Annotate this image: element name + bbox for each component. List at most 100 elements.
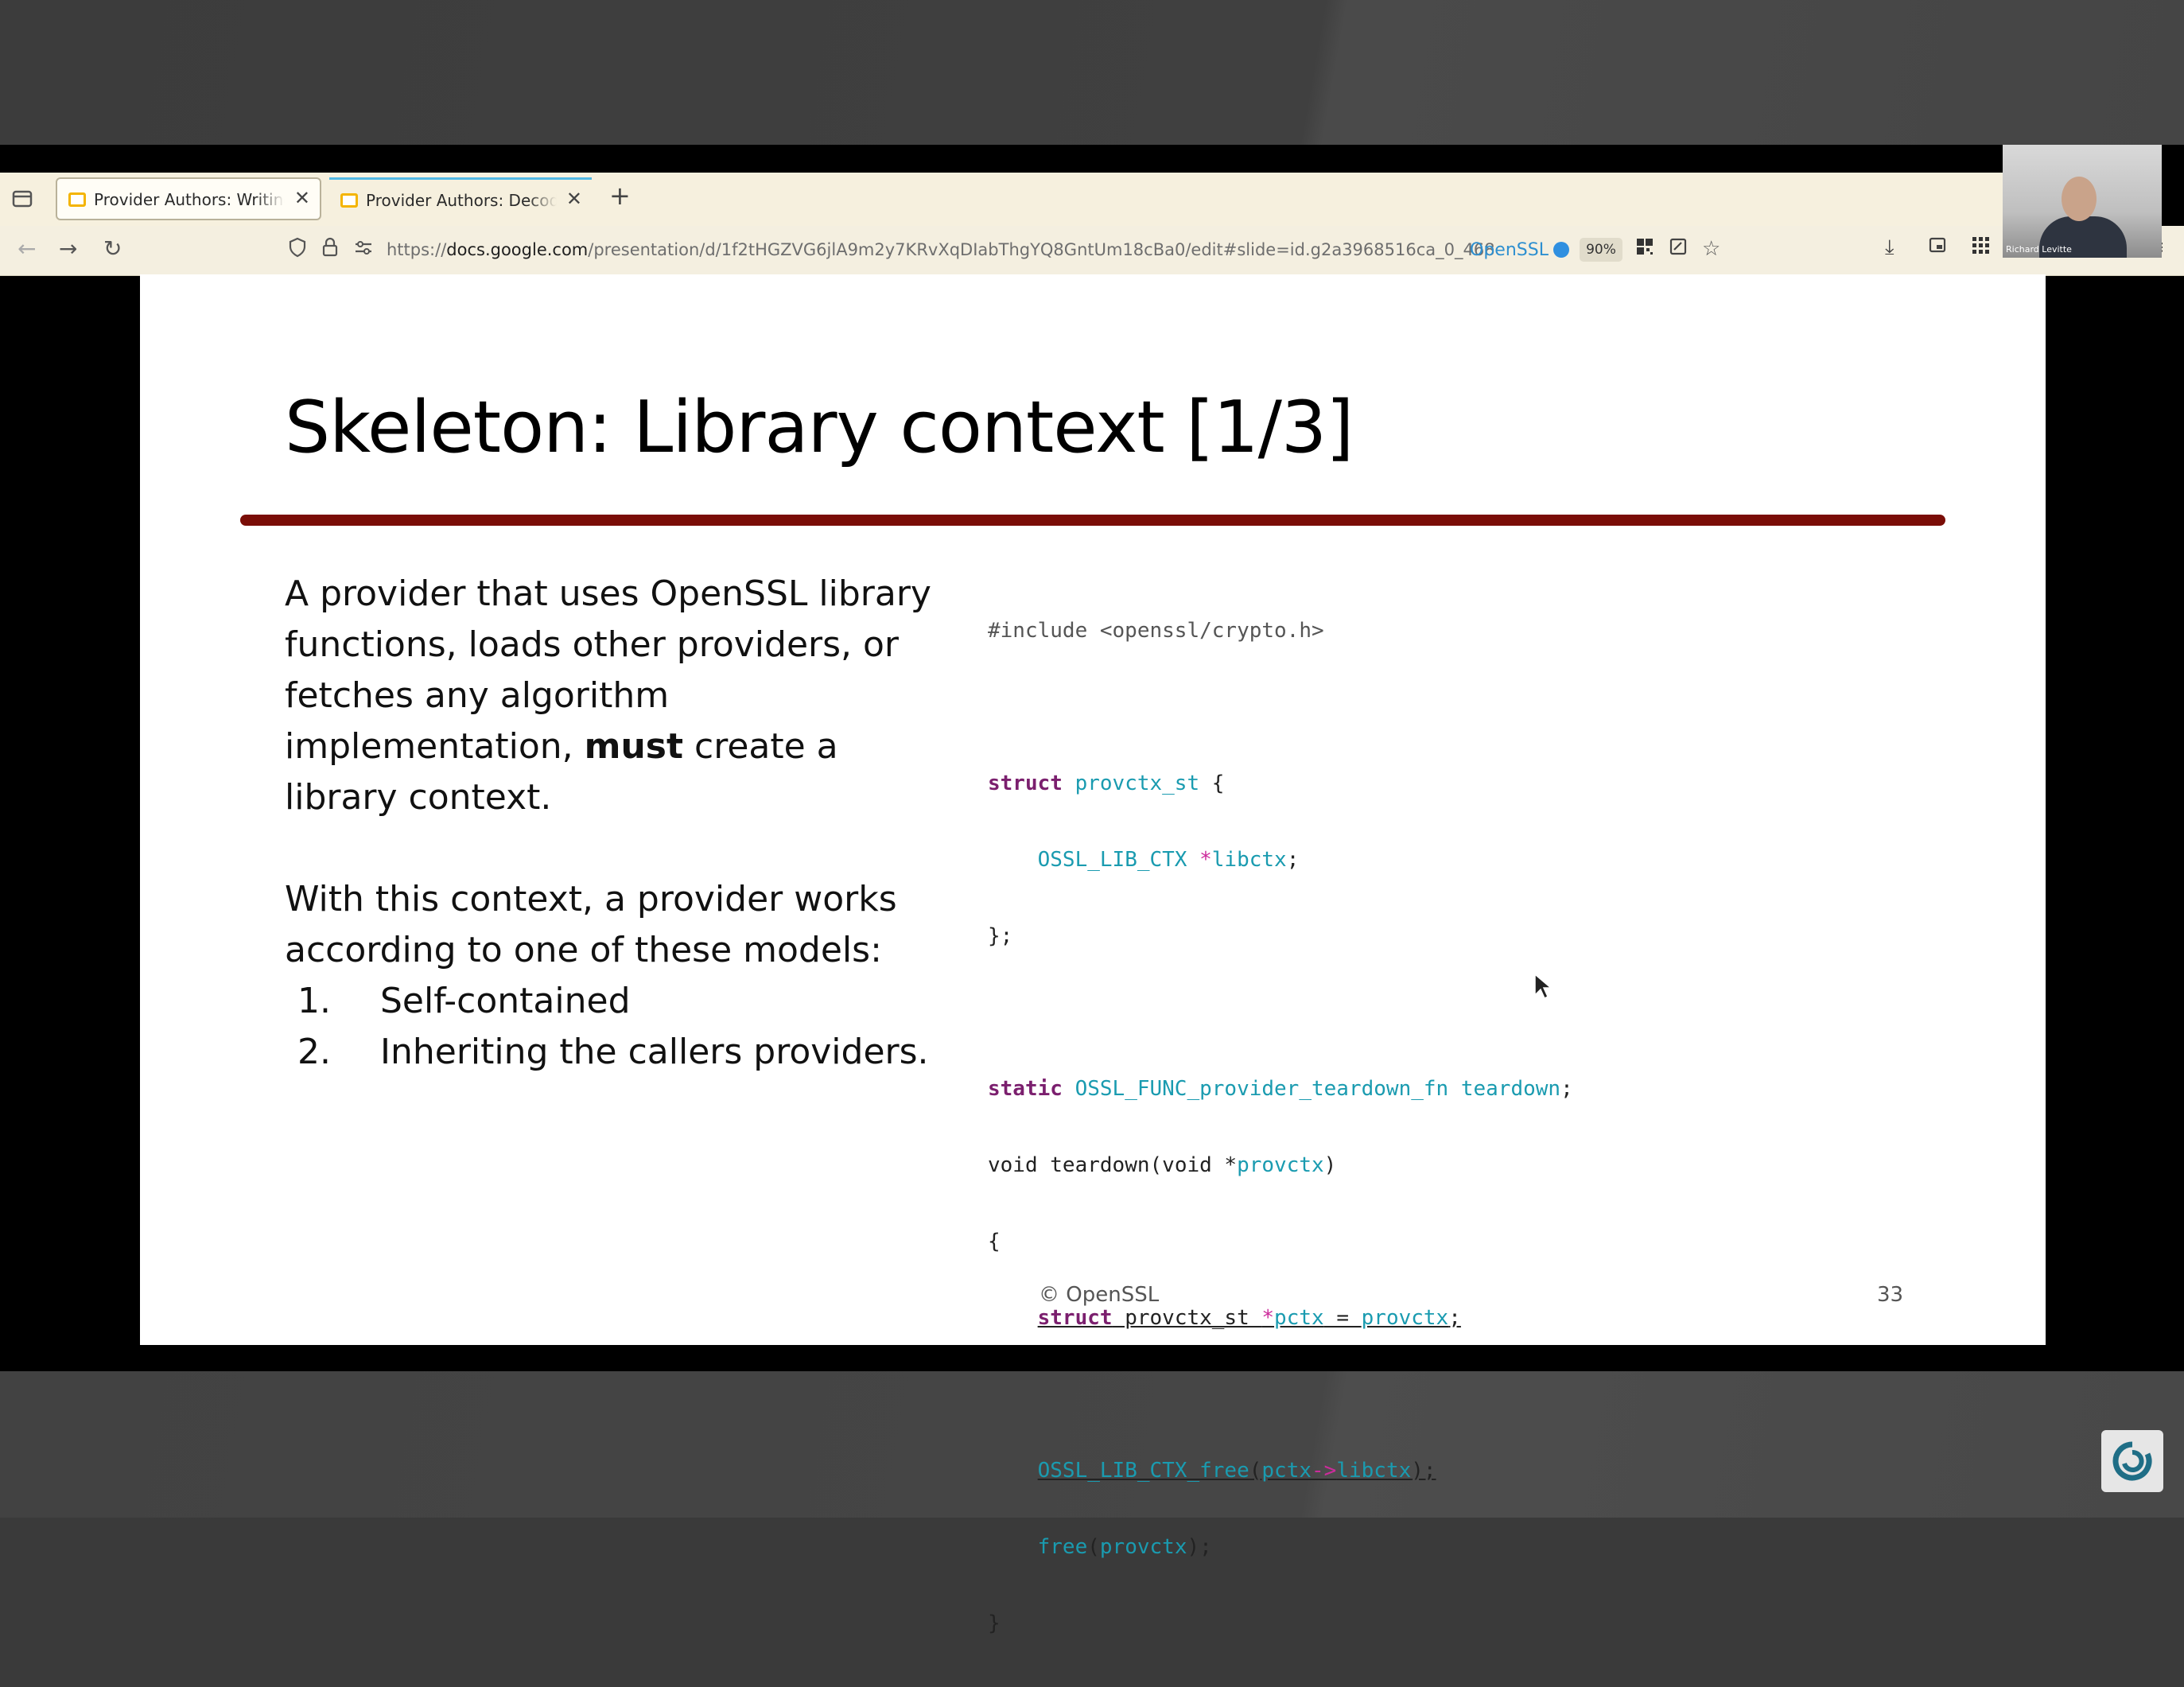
url-scheme: https://: [387, 240, 447, 259]
webcam-thumbnail[interactable]: Richard Levitte: [2003, 145, 2162, 258]
code-identifier: provctx: [1237, 1153, 1324, 1177]
code-line-brace-close: }: [988, 1611, 1001, 1635]
code-line-struct-end: };: [988, 924, 1013, 948]
participant-head: [2062, 177, 2097, 221]
tab-title: Provider Authors: Writing a: [94, 190, 285, 209]
code-punct: );: [1187, 1535, 1212, 1559]
close-tab-icon[interactable]: ✕: [566, 188, 582, 210]
tab-provider-authors-writing[interactable]: Provider Authors: Writing a ✕: [56, 177, 321, 220]
google-slides-icon: [68, 192, 86, 207]
status-dot-icon: [1553, 242, 1569, 258]
browser-nav-bar: ← → ↻ https://docs.google.com/presentati…: [0, 226, 2184, 276]
code-type: OSSL_FUNC_provider_teardown_fn: [1075, 1077, 1449, 1101]
code-punct: ;: [1286, 848, 1300, 872]
code-operator: ->: [1312, 1459, 1337, 1483]
list-number: 1.: [297, 981, 331, 1021]
slide-body: A provider that uses OpenSSL library fun…: [285, 569, 945, 1078]
code-punct: ): [1323, 1153, 1337, 1177]
code-identifier: provctx: [1099, 1535, 1187, 1559]
download-icon[interactable]: ⤓: [1885, 235, 1894, 260]
forward-icon[interactable]: →: [59, 235, 77, 262]
code-keyword: struct: [988, 772, 1063, 795]
code-line-member: OSSL_LIB_CTX *libctx;: [988, 847, 1573, 873]
list-item: 1. Self-contained: [285, 976, 945, 1027]
reload-icon[interactable]: ↻: [103, 235, 122, 262]
meeting-background-top: [0, 0, 2184, 145]
refresh-icon: [2112, 1441, 2152, 1481]
back-icon[interactable]: ←: [17, 235, 36, 262]
code-line-include: #include <openssl/crypto.h>: [988, 619, 1324, 643]
url-path: /presentation/d/1f2tHGZVG6jlA9m2y7KRvXqD…: [588, 240, 1495, 259]
apps-grid-icon[interactable]: [1971, 235, 1990, 260]
code-punct: ;: [1448, 1306, 1461, 1330]
code-line-func-decl: void teardown(void *provctx): [988, 1153, 1573, 1178]
code-operator: *: [1261, 1306, 1275, 1330]
list-number: 2.: [297, 1032, 331, 1072]
code-punct: );: [1411, 1459, 1436, 1483]
code-identifier: teardown: [1050, 1153, 1150, 1177]
shared-screen: Provider Authors: Writing a ✕ Provider A…: [0, 145, 2184, 1635]
code-line-free-libctx: OSSL_LIB_CTX_free(pctx->libctx);: [988, 1458, 1573, 1483]
code-type: OSSL_LIB_CTX: [1037, 848, 1187, 872]
code-punct: (: [1087, 1535, 1100, 1559]
emphasis-must: must: [584, 726, 684, 767]
lock-icon[interactable]: [321, 237, 339, 263]
list-label: Inheriting the callers providers.: [380, 1032, 929, 1072]
code-identifier: teardown: [1460, 1077, 1561, 1101]
code-identifier: provctx_st: [1075, 772, 1200, 795]
url-text[interactable]: https://docs.google.com/presentation/d/1…: [387, 240, 1495, 259]
slide-footer: © OpenSSL: [1039, 1283, 1160, 1307]
code-identifier: pctx: [1261, 1459, 1312, 1483]
title-divider: [240, 515, 1945, 526]
code-identifier: libctx: [1336, 1459, 1412, 1483]
openssl-extension-button[interactable]: OpenSSL: [1470, 240, 1569, 260]
code-identifier: libctx: [1211, 848, 1287, 872]
code-punct: ;: [1560, 1077, 1573, 1101]
tab-list-icon[interactable]: [11, 189, 33, 209]
url-host: docs.google.com: [446, 240, 589, 259]
paragraph-library-context: A provider that uses OpenSSL library fun…: [285, 569, 945, 823]
code-operator: *: [1199, 848, 1212, 872]
new-tab-button[interactable]: +: [609, 181, 631, 211]
code-line-pctx: struct provctx_st *pctx = provctx;: [988, 1305, 1573, 1331]
slide-title: Skeleton: Library context [1/3]: [285, 386, 1354, 469]
code-punct: (: [1249, 1459, 1262, 1483]
reader-mode-icon[interactable]: [1669, 237, 1688, 262]
bookmark-star-icon[interactable]: ☆: [1702, 237, 1720, 261]
code-line-static: static OSSL_FUNC_provider_teardown_fn te…: [988, 1076, 1573, 1102]
code-function: free: [1037, 1535, 1088, 1559]
reload-badge[interactable]: [2101, 1430, 2163, 1492]
code-identifier: pctx: [1274, 1306, 1324, 1330]
code-operator: =: [1323, 1306, 1362, 1330]
permissions-icon[interactable]: [353, 237, 374, 263]
code-type: void: [988, 1153, 1038, 1177]
zoom-level-button[interactable]: 90%: [1580, 238, 1622, 262]
code-identifier: provctx: [1361, 1306, 1449, 1330]
code-line-free: free(provctx);: [988, 1534, 1573, 1560]
extension-label: OpenSSL: [1470, 240, 1549, 260]
code-line-struct: struct provctx_st {: [988, 771, 1573, 796]
close-tab-icon[interactable]: ✕: [294, 187, 310, 209]
qr-code-icon[interactable]: [1635, 237, 1654, 262]
code-punct: {: [1199, 772, 1225, 795]
code-punct: (void *: [1149, 1153, 1238, 1177]
tab-provider-authors-decoders[interactable]: Provider Authors: Decoders ✕: [329, 177, 592, 220]
sidebar-icon[interactable]: [1928, 235, 1947, 260]
mouse-cursor-icon: [1534, 973, 1553, 1000]
address-bar[interactable]: https://docs.google.com/presentation/d/1…: [278, 232, 1734, 269]
code-function: OSSL_LIB_CTX_free: [1037, 1459, 1249, 1483]
participant-name: Richard Levitte: [2006, 244, 2072, 255]
slide-page-number: 33: [1877, 1283, 1904, 1307]
code-block: #include <openssl/crypto.h> struct provc…: [988, 567, 1573, 1687]
presentation-slide: Skeleton: Library context [1/3] A provid…: [140, 274, 2046, 1635]
tab-title: Provider Authors: Decoders: [366, 191, 557, 210]
google-slides-icon: [340, 193, 358, 208]
shield-icon[interactable]: [288, 237, 307, 263]
list-label: Self-contained: [380, 981, 631, 1021]
list-item: 2. Inheriting the callers providers.: [285, 1027, 945, 1078]
code-identifier: provctx_st: [1112, 1306, 1262, 1330]
code-line-brace-open: {: [988, 1230, 1001, 1254]
